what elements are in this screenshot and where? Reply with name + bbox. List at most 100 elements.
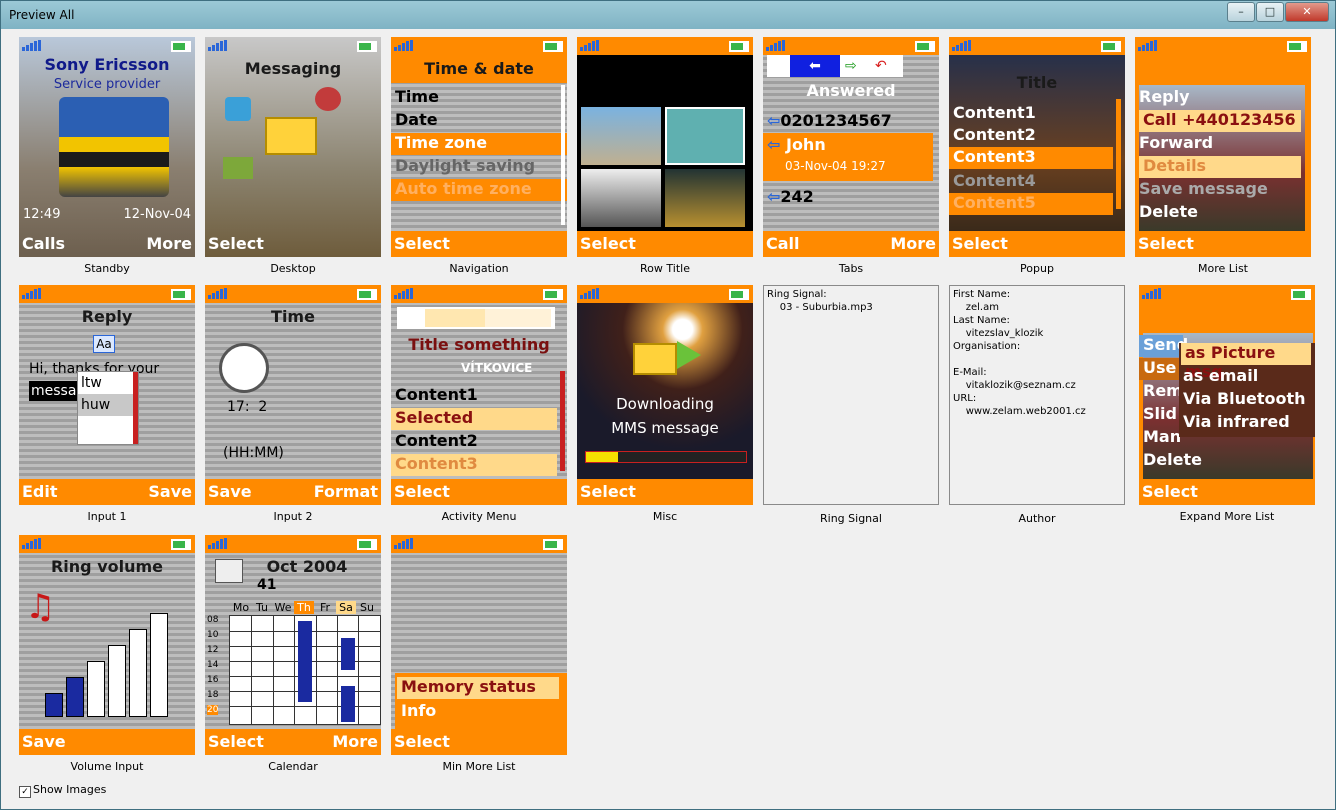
show-images-checkbox[interactable]: ✓ Show Images — [19, 783, 106, 798]
softkey-left[interactable]: Call — [766, 234, 800, 253]
submenu-item-selected[interactable]: as Picture msg — [1181, 343, 1311, 381]
menu-item[interactable]: Daylight saving — [391, 156, 567, 178]
menu-item[interactable]: Date — [391, 110, 567, 132]
preview-caption: Input 1 — [87, 510, 127, 523]
more-list-item[interactable]: Send — [1139, 335, 1188, 357]
preview-caption: Input 2 — [273, 510, 313, 523]
more-list-item[interactable]: Forward — [1135, 133, 1311, 155]
activity-tab[interactable] — [425, 309, 485, 327]
popup-item[interactable]: Content2 — [949, 125, 1125, 147]
softkey-left[interactable]: Save — [22, 732, 66, 751]
popup-item[interactable]: Content5 — [949, 193, 1113, 215]
more-list-item[interactable]: Delete — [1135, 202, 1311, 224]
softkey-right[interactable]: More — [890, 234, 936, 253]
calendar-event[interactable] — [341, 637, 355, 670]
volume-bar[interactable] — [129, 629, 147, 717]
phone-screen: Memory status Info Select — [391, 535, 567, 755]
operator-name: Sony Ericsson — [44, 55, 170, 74]
softkey-left[interactable]: Calls — [22, 234, 65, 253]
title-bar[interactable]: Preview All – □ ✕ — [1, 1, 1335, 29]
thumbnail[interactable] — [581, 169, 661, 227]
preview-caption: Ring Signal — [820, 512, 882, 525]
preview-caption: Tabs — [838, 262, 864, 275]
menu-item[interactable]: Time — [391, 87, 567, 109]
more-list-item[interactable]: Save message — [1135, 179, 1311, 201]
close-button[interactable]: ✕ — [1285, 2, 1329, 22]
menu-item[interactable]: Auto time zone — [391, 179, 567, 201]
calendar-event[interactable] — [298, 621, 313, 703]
time-value[interactable]: 17: 2 — [227, 399, 267, 415]
maximize-button[interactable]: □ — [1256, 2, 1284, 22]
min-more-item[interactable]: Info — [397, 701, 567, 723]
thumbnail-selected[interactable] — [665, 107, 745, 165]
email-value: vitaklozik@seznam.cz — [965, 380, 1076, 391]
softkey-left[interactable]: Select — [208, 234, 264, 253]
softkey-right[interactable]: More — [332, 732, 378, 751]
checkbox-check-icon: ✓ — [19, 786, 31, 798]
thumbnail[interactable] — [581, 107, 661, 165]
more-list-item[interactable]: Delete — [1139, 450, 1315, 472]
submenu-item[interactable]: Via Bluetooth — [1179, 389, 1315, 411]
calendar-day-label: Th — [294, 601, 314, 614]
softkey-left[interactable]: Select — [208, 732, 264, 751]
tab-missed-icon[interactable]: ↶ — [875, 55, 899, 77]
popup-item[interactable]: Content1 — [949, 103, 1125, 125]
call-datetime: 03-Nov-04 19:27 — [785, 159, 886, 173]
minimize-button[interactable]: – — [1227, 2, 1255, 22]
more-list-item[interactable]: Slid — [1139, 404, 1183, 426]
input-mode-indicator[interactable]: Aa — [93, 335, 115, 353]
activity-item[interactable]: Content1 — [391, 385, 567, 407]
suggestion-item[interactable]: ltw — [78, 372, 138, 394]
preview-caption: More List — [1198, 262, 1248, 275]
call-entry-selected[interactable]: ⇦ John 03-Nov-04 19:27 — [763, 133, 933, 181]
more-list-item[interactable]: Man — [1139, 427, 1183, 449]
more-list-item[interactable]: Reply — [1135, 87, 1311, 109]
more-list-item-selected[interactable]: Call +440123456 — [1139, 110, 1301, 132]
calendar-grid[interactable] — [229, 615, 381, 725]
softkey-right[interactable]: Format — [314, 482, 378, 501]
volume-bar[interactable] — [45, 693, 63, 717]
softkey-left[interactable]: Select — [580, 482, 636, 501]
scrollbar[interactable] — [561, 85, 565, 225]
menu-item-selected[interactable]: Time zone — [391, 133, 567, 155]
scrollbar[interactable] — [560, 371, 565, 471]
softkey-left[interactable]: Select — [394, 732, 450, 751]
activity-item-selected[interactable]: Selected — [391, 408, 557, 430]
calendar-event[interactable] — [341, 686, 355, 722]
softkey-right[interactable]: Save — [148, 482, 192, 501]
submenu-item[interactable]: Via infrared — [1179, 412, 1315, 434]
navigation-title: Time & date — [424, 59, 534, 78]
popup-item-selected[interactable]: Content3 — [949, 147, 1113, 169]
softkey-left[interactable]: Save — [208, 482, 252, 501]
volume-bar[interactable] — [108, 645, 126, 717]
more-list-item-selected[interactable]: Use — [1139, 358, 1183, 380]
globe-icon — [225, 97, 251, 121]
submenu-item[interactable]: as email — [1179, 366, 1315, 388]
volume-bar[interactable] — [66, 677, 84, 717]
more-list-item[interactable]: Details — [1139, 156, 1301, 178]
suggestion-item-selected[interactable]: huw — [78, 394, 138, 416]
softkey-left[interactable]: Select — [580, 234, 636, 253]
softkey-left[interactable]: Select — [394, 234, 450, 253]
activity-item[interactable]: Content2 — [391, 431, 567, 453]
calendar-day-label: Tu — [255, 601, 269, 614]
tab-arrow-right-icon[interactable]: ⇨ — [845, 55, 869, 77]
softkey-left[interactable]: Select — [1142, 482, 1198, 501]
thumbnail[interactable] — [665, 169, 745, 227]
activity-tab[interactable] — [485, 309, 551, 327]
volume-bar[interactable] — [150, 613, 168, 717]
tab-arrow-left-icon[interactable]: ⬅ — [790, 55, 840, 77]
call-entry[interactable]: ⇦0201234567 — [763, 111, 939, 133]
scrollbar[interactable] — [1116, 99, 1121, 209]
min-more-item-selected[interactable]: Memory status — [397, 677, 559, 699]
volume-bar[interactable] — [87, 661, 105, 717]
softkey-right[interactable]: More — [146, 234, 192, 253]
more-list-item[interactable]: Rem — [1139, 381, 1183, 403]
softkey-left[interactable]: Select — [394, 482, 450, 501]
popup-item[interactable]: Content4 — [949, 171, 1125, 193]
call-entry[interactable]: ⇦242 — [763, 187, 939, 209]
softkey-left[interactable]: Select — [952, 234, 1008, 253]
softkey-left[interactable]: Edit — [22, 482, 58, 501]
softkey-left[interactable]: Select — [1138, 234, 1194, 253]
activity-item[interactable]: Content3 — [391, 454, 557, 476]
